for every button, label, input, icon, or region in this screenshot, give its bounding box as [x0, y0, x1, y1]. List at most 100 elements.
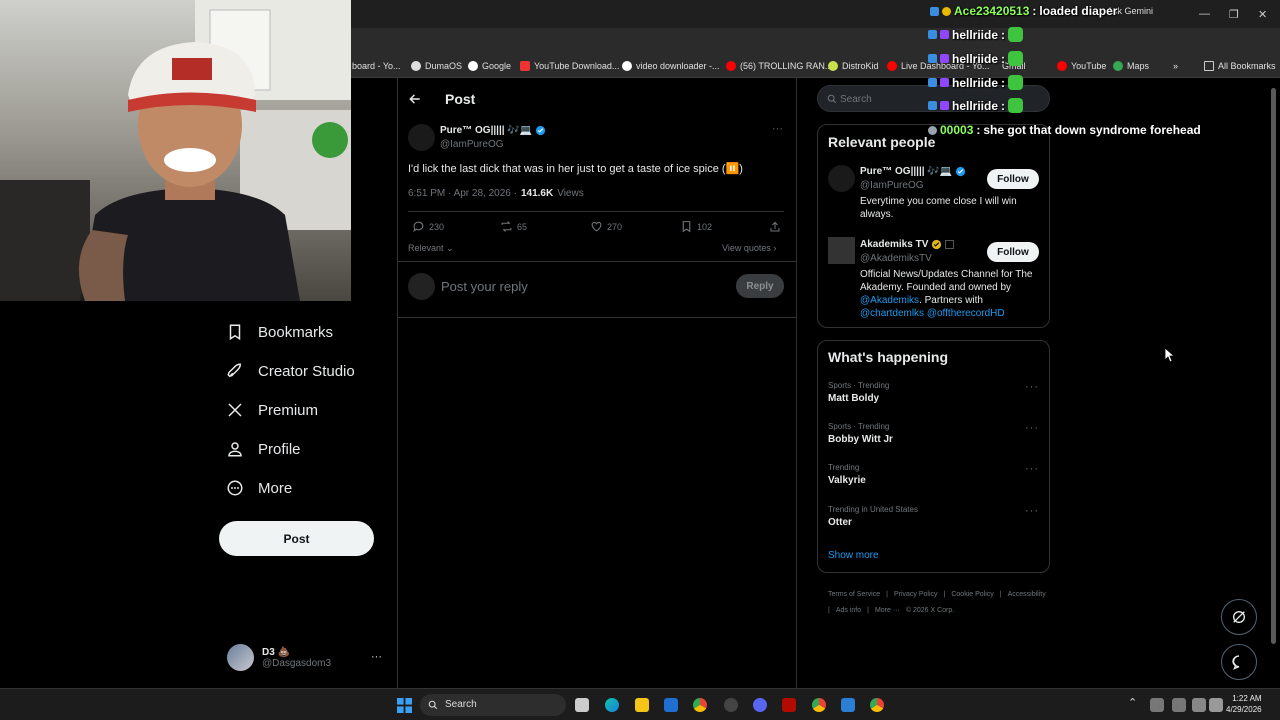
account-name: D3 💩: [262, 646, 291, 658]
display-icon[interactable]: [1192, 698, 1206, 712]
adobe-icon[interactable]: [782, 698, 796, 712]
bookmark-item[interactable]: video downloader -...: [622, 61, 720, 71]
avatar[interactable]: [828, 237, 855, 264]
bookmark-item[interactable]: YouTube Download...: [520, 61, 619, 71]
avatar[interactable]: [828, 165, 855, 192]
store-icon[interactable]: [664, 698, 678, 712]
trend-item[interactable]: Sports · Trending Matt Boldy: [828, 381, 889, 404]
post-timestamp[interactable]: 6:51 PM · Apr 28, 2026 ·: [408, 188, 517, 199]
clock[interactable]: 1:22 AM 4/29/2026: [1226, 693, 1262, 715]
like-action[interactable]: 270: [590, 220, 622, 233]
all-bookmarks-button[interactable]: All Bookmarks: [1204, 61, 1276, 71]
app-icon[interactable]: [724, 698, 738, 712]
reply-action[interactable]: 230: [412, 220, 444, 233]
reply-button[interactable]: Reply: [736, 274, 784, 298]
mention-link[interactable]: @offtherecordHD: [927, 308, 1005, 319]
share-icon[interactable]: [769, 221, 781, 233]
person-name-row[interactable]: Pure™ OG||||| 🎶💻: [860, 166, 966, 177]
reply-input[interactable]: Post your reply: [441, 279, 528, 294]
view-quotes-link[interactable]: View quotes ›: [722, 243, 776, 253]
mention-link[interactable]: @chartdemlks: [860, 308, 924, 319]
badge-icon: [940, 54, 949, 63]
grok-button[interactable]: [1221, 599, 1257, 635]
reply-icon: [413, 221, 424, 233]
follow-button[interactable]: Follow: [987, 169, 1039, 189]
google-icon: [622, 61, 632, 71]
chat-message: hellriide:: [928, 75, 1024, 90]
follow-button[interactable]: Follow: [987, 242, 1039, 262]
author-name-row[interactable]: Pure™ OG||||| 🎶💻: [440, 125, 546, 136]
tray-icon[interactable]: [1150, 698, 1164, 712]
account-more-icon[interactable]: ···: [371, 651, 382, 663]
footer-link[interactable]: Accessibility: [1008, 587, 1046, 603]
trend-item[interactable]: Trending in United States Otter: [828, 505, 918, 528]
post-button[interactable]: Post: [219, 521, 374, 556]
chevron-up-icon[interactable]: ⌃: [1128, 696, 1137, 709]
scrollbar[interactable]: [1271, 88, 1276, 644]
search-placeholder: Search: [840, 94, 872, 105]
bookmark-item[interactable]: YouTube: [1057, 61, 1106, 71]
messages-button[interactable]: [1221, 644, 1257, 680]
minimize-icon[interactable]: —: [1199, 8, 1210, 20]
close-icon[interactable]: ✕: [1258, 8, 1267, 21]
windows-start-icon[interactable]: [397, 698, 412, 713]
badge-icon: [930, 6, 939, 16]
chrome-icon[interactable]: [812, 698, 826, 712]
more-bookmarks-button[interactable]: »: [1173, 61, 1178, 71]
mention-link[interactable]: @Akademiks: [860, 295, 919, 306]
nav-bookmarks[interactable]: Bookmarks: [226, 323, 333, 341]
trend-more-icon[interactable]: ···: [1025, 505, 1039, 517]
nav-premium[interactable]: Premium: [226, 401, 318, 419]
maximize-icon[interactable]: ❐: [1229, 8, 1239, 21]
bookmark-item[interactable]: DumaOS: [411, 61, 462, 71]
badge-icon: [928, 125, 937, 135]
nav-creator-studio[interactable]: Creator Studio: [226, 362, 355, 380]
edge-icon[interactable]: [605, 698, 619, 712]
repost-action[interactable]: 65: [500, 220, 527, 233]
webcam-image: [0, 0, 351, 301]
person-name-row[interactable]: Akademiks TV: [860, 239, 955, 250]
trend-more-icon[interactable]: ···: [1025, 422, 1039, 434]
trend-more-icon[interactable]: ···: [1025, 381, 1039, 393]
task-view-icon[interactable]: [575, 698, 589, 712]
chrome-icon[interactable]: [693, 698, 707, 712]
footer-link[interactable]: More ···: [875, 603, 900, 619]
bookmark-item[interactable]: (56) TROLLING RAN...: [726, 61, 832, 71]
footer-link[interactable]: Privacy Policy: [894, 587, 938, 603]
gold-verified-badge-icon: [932, 239, 942, 250]
x-logo-icon: [228, 403, 242, 417]
trend-more-icon[interactable]: ···: [1025, 463, 1039, 475]
rocket-icon: [227, 363, 242, 378]
post-more-icon[interactable]: ···: [772, 123, 783, 135]
bookmark-item[interactable]: DistroKid: [828, 61, 879, 71]
badge-icon: [928, 78, 937, 87]
volume-icon[interactable]: [1209, 698, 1223, 712]
search-icon: [428, 700, 438, 710]
microphone-icon[interactable]: [1172, 698, 1186, 712]
page-title: Post: [445, 91, 476, 107]
divider: [408, 211, 784, 212]
chrome-icon[interactable]: [870, 698, 884, 712]
author-handle[interactable]: @IamPureOG: [440, 139, 504, 150]
footer-link[interactable]: Terms of Service: [828, 587, 880, 603]
windows-taskbar: Search ⌃ 1:22 AM 4/29/2026: [0, 688, 1280, 720]
account-switcher[interactable]: D3 💩 @Dasgasdom3: [227, 644, 331, 671]
bookmark-item[interactable]: Maps: [1113, 61, 1149, 71]
bookmark-item[interactable]: Google: [468, 61, 511, 71]
trend-item[interactable]: Trending Valkyrie: [828, 463, 866, 486]
footer-link[interactable]: Ads info: [836, 603, 861, 619]
back-arrow-icon[interactable]: [408, 92, 422, 106]
bookmark-action[interactable]: 102: [680, 220, 712, 233]
file-explorer-icon[interactable]: [635, 698, 649, 712]
nav-profile[interactable]: Profile: [226, 440, 301, 458]
trend-item[interactable]: Sports · Trending Bobby Witt Jr: [828, 422, 893, 445]
show-more-link[interactable]: Show more: [828, 550, 879, 561]
footer-link[interactable]: Cookie Policy: [951, 587, 993, 603]
taskbar-search[interactable]: Search: [420, 694, 566, 716]
nav-more[interactable]: More: [226, 479, 292, 497]
sort-dropdown[interactable]: Relevant ⌄: [408, 243, 454, 254]
discord-icon[interactable]: [753, 698, 767, 712]
bookmark-item[interactable]: board - Yo...: [352, 61, 401, 71]
author-avatar[interactable]: [408, 124, 435, 151]
app-icon[interactable]: [841, 698, 855, 712]
